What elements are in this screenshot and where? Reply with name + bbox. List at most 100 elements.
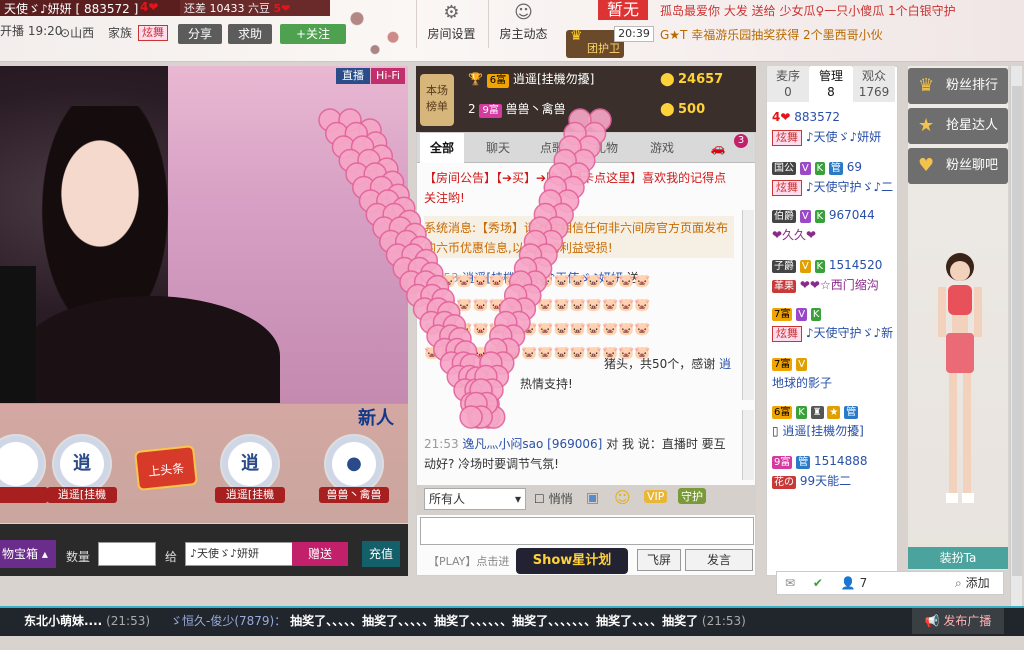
broadcast-text: 抽奖了、、、、、抽奖了、、、、、抽奖了、、、、、、抽奖了、、、、、、、抽奖了、、… xyxy=(290,614,699,628)
user-row[interactable]: 国公 V K 管 69 xyxy=(772,160,862,175)
user-row[interactable]: 伯爵 V K 967044 xyxy=(772,208,875,223)
fan-chat-button[interactable]: ♥ 粉丝聊吧 xyxy=(908,148,1008,184)
hifi-badge[interactable]: Hi-Fi xyxy=(371,68,405,84)
msg-time: 21:53 xyxy=(424,437,459,451)
gift-target-select[interactable]: ♪天使ゞ♪妍妍 xyxy=(185,542,293,566)
coin-icon: ⬤ xyxy=(660,102,675,117)
search-icon: ⌕ xyxy=(955,576,962,590)
tab-admins[interactable]: 管理 8 xyxy=(810,66,852,102)
rank-row[interactable]: 🏆 6富 逍遥[挂機勿擾] xyxy=(468,70,594,92)
page-scrollbar[interactable] xyxy=(1010,66,1022,606)
emoji-icon[interactable]: ☺ xyxy=(614,488,631,507)
user-row-sub[interactable]: 炫舞 ♪天使守护ゞ♪新 xyxy=(772,324,893,342)
fan-rank-button[interactable]: ♛ 粉丝排行 xyxy=(908,68,1008,104)
user-badge: 伯爵 xyxy=(772,210,796,223)
user-row[interactable]: 4❤ 883572 xyxy=(772,110,840,124)
user-row[interactable]: 子爵 V K 1514520 xyxy=(772,258,882,273)
car-icon: 🚗 xyxy=(710,141,726,155)
host-feed-button[interactable]: ☺ 房主动态 xyxy=(488,0,558,48)
user-tag: 花の xyxy=(772,476,796,489)
tab-game[interactable]: 游戏 xyxy=(640,133,684,163)
system-message-text: 系统消息:【秀场】请不要相信任何非六间房官方页面发布的六币优惠信息,以免您的利益… xyxy=(424,221,729,255)
show-plan-banner[interactable]: Show星计划 xyxy=(516,548,628,574)
user-row-sub[interactable]: 革果 ❤❤☆西门缩沟 xyxy=(772,276,879,293)
user-badge: 子爵 xyxy=(772,260,796,273)
audience-select[interactable]: 所有人 ▾ xyxy=(424,488,526,510)
gift-box-button[interactable]: 物宝箱 ▴ xyxy=(0,540,56,568)
heart-icon: ♥ xyxy=(918,155,935,176)
coin-icon: ⬤ xyxy=(660,72,675,87)
tab-gift[interactable]: 礼物 xyxy=(584,133,628,163)
user-row-sub[interactable]: 花の 99天能二 xyxy=(772,472,851,489)
user-row-sub[interactable]: 地球的影子 xyxy=(772,374,832,391)
quantity-input[interactable] xyxy=(98,542,156,566)
avatar[interactable]: ● xyxy=(324,434,384,494)
crown-icon: ♛ xyxy=(570,28,583,44)
user-row[interactable]: 7富 V xyxy=(772,356,808,371)
image-icon[interactable]: ▣ xyxy=(586,490,599,506)
pig-row: 🐷🐷🐷🐷🐷🐷🐷🐷🐷🐷🐷🐷🐷🐷 xyxy=(424,274,651,289)
guard-icon[interactable]: 守护 xyxy=(678,488,706,504)
play-hint[interactable]: 【PLAY】点击进 xyxy=(428,553,509,569)
grab-star-button[interactable]: ★ 抢星达人 xyxy=(908,108,1008,144)
user-row[interactable]: 6富 K ♜ ★ 管 xyxy=(772,404,859,419)
room-settings-button[interactable]: ⚙ 房间设置 xyxy=(416,0,486,48)
host-feed-label: 房主动态 xyxy=(499,27,548,41)
charge-button[interactable]: 充值 xyxy=(362,541,400,567)
add-button[interactable]: 添加 xyxy=(966,576,990,590)
progress-unit: 六豆 xyxy=(248,2,270,15)
msg-user[interactable]: 逍 xyxy=(719,357,731,371)
chat-text-input[interactable] xyxy=(420,517,754,545)
avatar-figure[interactable] xyxy=(930,245,990,540)
user-count-icon: 👤 xyxy=(840,576,856,590)
room-name: 天使ゞ♪妍妍 xyxy=(4,2,72,16)
crown-icon: ♛ xyxy=(918,75,935,96)
headline-sign[interactable]: 上头条 xyxy=(134,444,198,492)
car-badge: 3 xyxy=(734,134,748,148)
rank-coins: 500 xyxy=(678,102,706,117)
user-row-sub[interactable]: ▯ 逍遥[挂機勿擾] xyxy=(772,422,864,439)
tab-audience[interactable]: 观众 1769 xyxy=(853,66,895,102)
user-sub: 逍遥[挂機勿擾] xyxy=(782,424,864,438)
chat-scrollbar-top[interactable] xyxy=(742,210,754,400)
check-icon[interactable]: ✔ xyxy=(813,576,823,590)
user-tag: 炫舞 xyxy=(772,326,802,342)
whisper-checkbox[interactable]: ☐ 悄悄 xyxy=(534,490,573,507)
rank-title[interactable]: 本场 榜单 xyxy=(420,74,454,126)
user-row-sub[interactable]: 炫舞 ♪天使守护ゞ♪二 xyxy=(772,178,893,196)
user-row-sub[interactable]: ❤久久❤ xyxy=(772,226,816,243)
publish-broadcast-button[interactable]: 📢 发布广播 xyxy=(912,608,1004,634)
follow-button[interactable]: +关注 xyxy=(280,24,346,44)
tab-mic-queue[interactable]: 麦序 0 xyxy=(767,66,809,102)
rank-coins: 24657 xyxy=(678,72,724,87)
user-row[interactable]: 9富 管 1514888 xyxy=(772,454,867,469)
avatar[interactable]: 逍 xyxy=(52,434,112,494)
send-gift-button[interactable]: 赠送 xyxy=(292,542,348,566)
rank-row[interactable]: 2 9富 兽兽丶禽兽 xyxy=(468,100,566,122)
room-settings-label: 房间设置 xyxy=(427,27,476,41)
user-badge: 7富 xyxy=(772,308,793,321)
user-row-sub[interactable]: 炫舞 ♪天使ゞ♪妍妍 xyxy=(772,128,881,146)
user-name: 69 xyxy=(846,160,862,174)
tab-all[interactable]: 全部 xyxy=(420,133,464,163)
chat-scrollbar-bottom[interactable] xyxy=(742,410,754,480)
msg-user[interactable]: 逸凡灬小闷sao [969006] xyxy=(462,437,602,451)
share-button[interactable]: 分享 xyxy=(178,24,222,44)
speak-button[interactable]: 发言 xyxy=(685,549,753,571)
family-tag[interactable]: 炫舞 xyxy=(138,25,168,41)
fly-screen-button[interactable]: 飞屏 xyxy=(637,549,681,571)
user-row[interactable]: 7富 V K xyxy=(772,306,822,321)
mail-icon[interactable]: ✉ xyxy=(785,576,795,590)
tab-car[interactable]: 🚗 xyxy=(696,133,740,163)
broadcast-user[interactable]: ゞ恒久-俊少(7879)： xyxy=(170,614,286,628)
live-badge: 直播 xyxy=(336,68,370,84)
tab-chat[interactable]: 聊天 xyxy=(476,133,520,163)
tab-song[interactable]: 点歌 xyxy=(530,133,574,163)
avatar[interactable]: 逍 xyxy=(220,434,280,494)
video-player[interactable] xyxy=(0,66,408,403)
help-button[interactable]: 求助 xyxy=(228,24,272,44)
broadcast-user[interactable]: 东北小萌妹.... xyxy=(24,614,102,628)
fan-rank-label: 粉丝排行 xyxy=(946,78,999,93)
dress-up-button[interactable]: 装扮Ta xyxy=(908,547,1008,569)
vip-icon[interactable]: VIP xyxy=(644,490,668,503)
